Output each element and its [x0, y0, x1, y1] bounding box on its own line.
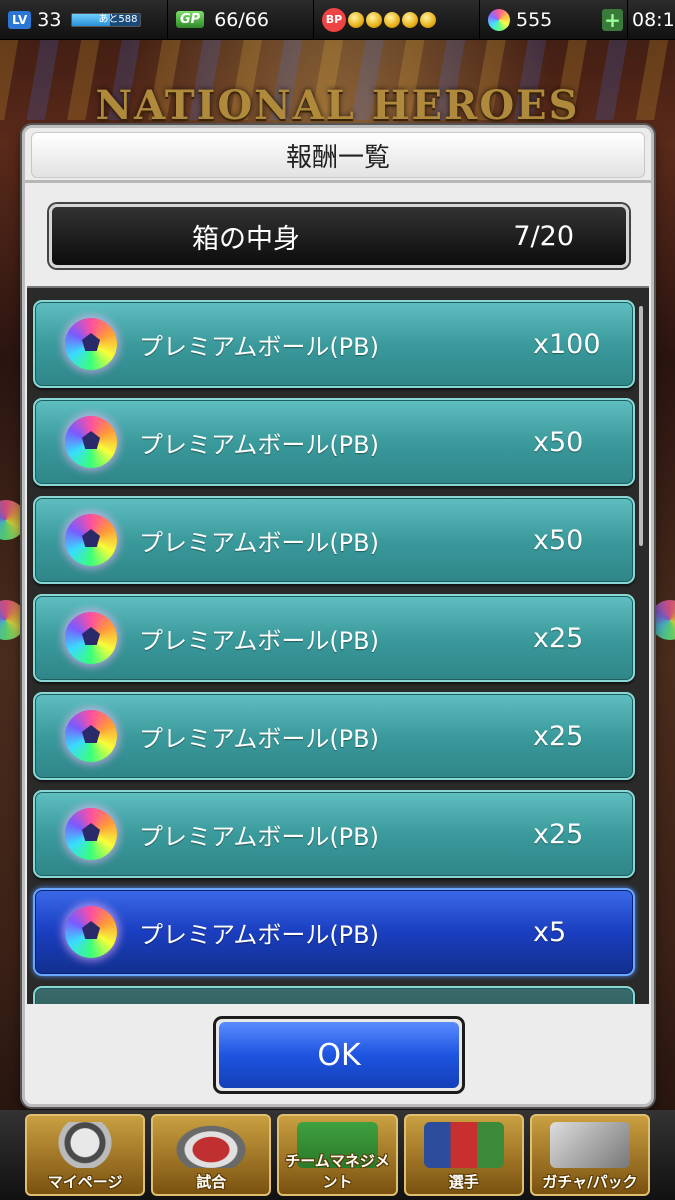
reward-row[interactable]: プレミアムボール(PB) x25 — [33, 790, 635, 878]
reward-name: プレミアムボール(PB) — [139, 528, 379, 557]
add-gems-cell[interactable]: + — [598, 0, 628, 40]
premium-ball-icon — [65, 318, 117, 370]
dialog-title: 報酬一覧 — [31, 132, 645, 178]
level-value: 33 — [37, 8, 62, 31]
reward-name: プレミアムボール(PB) — [139, 822, 379, 851]
clock: 08:11 — [628, 0, 675, 40]
cards-icon — [549, 1122, 631, 1168]
gem-icon — [488, 8, 510, 31]
premium-ball-icon — [65, 514, 117, 566]
box-contents-label: 箱の中身 — [192, 223, 300, 255]
ok-button[interactable]: OK — [213, 1016, 465, 1094]
premium-ball-icon — [65, 612, 117, 664]
bottom-navigation: マイページ 試合 チームマネジメント選手 ガチャ/パック — [0, 1110, 675, 1200]
time-text: 08:11 — [632, 8, 675, 31]
bp-coins — [348, 11, 438, 28]
nav-item-label: 試合 — [196, 1173, 227, 1191]
reward-quantity: x50 — [533, 426, 584, 458]
bp-coin-icon — [402, 11, 418, 28]
reward-list-dialog: 報酬一覧 箱の中身 7/20 プレミアムボール(PB) x100 プレミアムボール(… — [22, 125, 654, 1107]
ok-button-label[interactable]: OK — [219, 1022, 459, 1088]
gp-value: 66/66 — [214, 8, 269, 31]
reward-name: プレミアムボール(PB) — [139, 724, 379, 753]
reward-name: プレミアムボール(PB) — [139, 626, 379, 655]
bp-coin-icon — [384, 11, 400, 28]
reward-name: プレミアムボール(PB) — [139, 332, 379, 361]
reward-list[interactable]: プレミアムボール(PB) x100 プレミアムボール(PB) x50 プレミアムボール(… — [27, 286, 649, 1004]
bp-indicator: BP — [314, 0, 480, 40]
level-badge: LV — [8, 10, 32, 29]
exp-remaining: あと588 — [98, 13, 138, 25]
reward-row-partial[interactable] — [33, 986, 635, 1004]
status-bar: LV 33 あと588 GP 66/66 BP 555 + 08:11 — [0, 0, 675, 40]
reward-quantity: x5 — [533, 916, 567, 948]
premium-ball-icon — [65, 808, 117, 860]
reward-quantity: x50 — [533, 524, 584, 556]
premium-ball-icon — [65, 906, 117, 958]
reward-row[interactable]: プレミアムボール(PB) x25 — [33, 594, 635, 682]
event-title: NATIONAL HEROES — [95, 82, 580, 129]
nav-item[interactable]: マイページ — [25, 1114, 146, 1196]
reward-quantity: x100 — [533, 328, 601, 360]
premium-ball-icon — [65, 416, 117, 468]
players-icon — [423, 1122, 504, 1168]
nav-item[interactable]: チームマネジメント — [277, 1114, 398, 1196]
reward-row[interactable]: プレミアムボール(PB) x50 — [33, 398, 635, 486]
add-gems-icon[interactable]: + — [602, 8, 623, 31]
gp-badge: GP — [176, 11, 205, 28]
gem-indicator: 555 — [480, 0, 598, 40]
nav-item-label: 選手 — [448, 1173, 479, 1191]
stadium-icon — [171, 1122, 252, 1168]
reward-row[interactable]: プレミアムボール(PB) x25 — [33, 692, 635, 780]
box-contents-count: 7/20 — [513, 220, 574, 252]
level-indicator: LV 33 あと588 — [0, 0, 168, 40]
reward-row[interactable]: プレミアムボール(PB) x50 — [33, 496, 635, 584]
gem-count: 555 — [516, 8, 553, 31]
reward-quantity: x25 — [533, 818, 584, 850]
reward-name: プレミアムボール(PB) — [139, 430, 379, 459]
reward-row[interactable]: プレミアムボール(PB) x5 — [33, 888, 635, 976]
reward-name: プレミアムボール(PB) — [139, 920, 379, 949]
box-contents-bar: 箱の中身 7/20 — [49, 204, 629, 268]
gp-indicator: GP 66/66 — [168, 0, 314, 40]
nav-item-label: マイページ — [47, 1173, 123, 1191]
nav-item[interactable]: 選手 — [403, 1114, 524, 1196]
nav-item-label: チームマネジメント — [285, 1152, 390, 1191]
bp-coin-icon — [366, 11, 382, 28]
mypage-icon — [45, 1122, 126, 1168]
header-divider — [25, 180, 651, 183]
bp-coin-icon — [420, 11, 436, 28]
bp-badge: BP — [322, 7, 346, 32]
reward-row[interactable]: プレミアムボール(PB) x100 — [33, 300, 635, 388]
premium-ball-icon — [65, 710, 117, 762]
reward-quantity: x25 — [533, 720, 584, 752]
bp-coin-icon — [348, 11, 364, 28]
list-scrollbar[interactable] — [639, 306, 643, 546]
reward-quantity: x25 — [533, 622, 584, 654]
nav-item[interactable]: 試合 — [151, 1114, 272, 1196]
nav-item[interactable]: ガチャ/パック — [529, 1114, 651, 1196]
exp-bar: あと588 — [71, 12, 142, 27]
nav-item-label: ガチャ/パック — [542, 1173, 638, 1191]
